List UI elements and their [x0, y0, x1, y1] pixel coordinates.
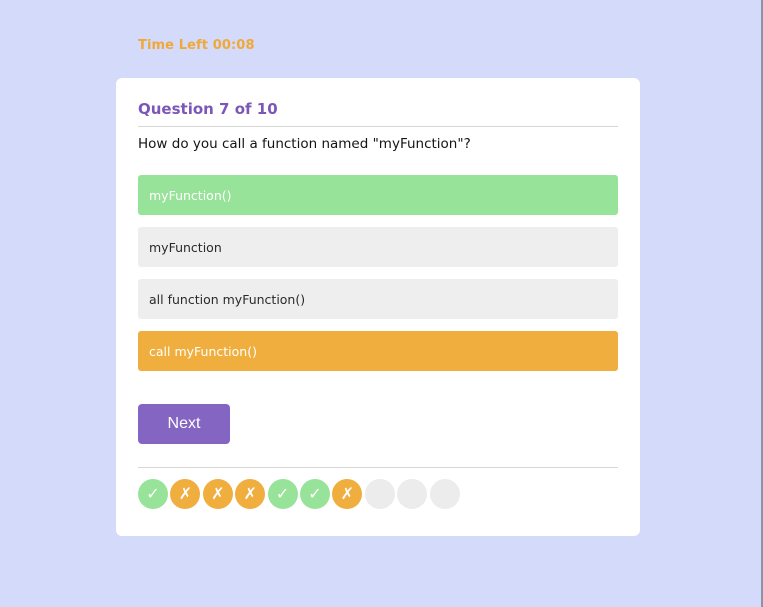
quiz-card: Question 7 of 10 How do you call a funct… — [116, 78, 640, 536]
progress-dot-7: ✗ — [332, 479, 363, 509]
time-left: Time Left 00:08 — [138, 38, 255, 53]
progress-dot-5: ✓ — [267, 479, 298, 509]
next-button[interactable]: Next — [138, 404, 230, 444]
answer-option-2[interactable]: myFunction — [138, 227, 618, 267]
answer-option-3[interactable]: all function myFunction() — [138, 279, 618, 319]
cross-icon: ✗ — [211, 484, 225, 503]
divider — [138, 126, 618, 127]
progress-dot-4: ✗ — [235, 479, 266, 509]
answer-option-label: myFunction() — [149, 187, 232, 203]
progress-dot-8 — [364, 479, 395, 509]
progress-dot-3: ✗ — [202, 479, 233, 509]
divider — [138, 467, 618, 468]
answer-options: myFunction() myFunction all function myF… — [138, 175, 618, 383]
check-icon: ✓ — [146, 484, 160, 503]
answer-option-label: call myFunction() — [149, 343, 257, 359]
answer-option-1[interactable]: myFunction() — [138, 175, 618, 215]
progress-dot-6: ✓ — [299, 479, 330, 509]
progress-dot-2: ✗ — [170, 479, 201, 509]
progress-tracker: ✓ ✗ ✗ ✗ ✓ ✓ ✗ — [138, 479, 460, 509]
answer-option-label: all function myFunction() — [149, 291, 306, 307]
question-counter: Question 7 of 10 — [138, 100, 278, 118]
answer-option-4[interactable]: call myFunction() — [138, 331, 618, 371]
check-icon: ✓ — [308, 484, 322, 503]
check-icon: ✓ — [275, 484, 290, 503]
cross-icon: ✗ — [243, 484, 257, 503]
cross-icon: ✗ — [178, 484, 193, 503]
progress-dot-9 — [397, 479, 428, 509]
cross-icon: ✗ — [340, 484, 355, 503]
question-text: How do you call a function named "myFunc… — [138, 136, 471, 152]
progress-dot-1: ✓ — [138, 479, 168, 509]
progress-dot-10 — [429, 479, 460, 509]
answer-option-label: myFunction — [149, 239, 222, 255]
